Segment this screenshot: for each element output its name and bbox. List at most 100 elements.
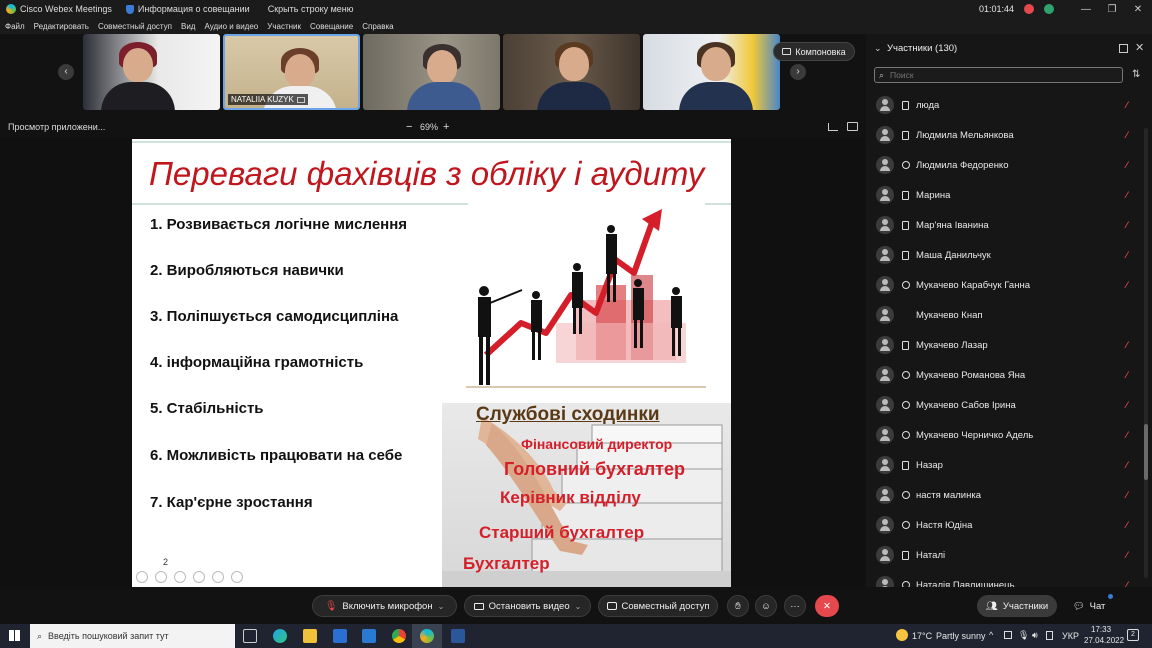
menu-help[interactable]: Справка — [362, 22, 393, 31]
slide-next-icon[interactable] — [155, 571, 167, 583]
stop-video-button[interactable]: Остановить видео ⌄ — [464, 595, 591, 617]
more-options-button[interactable]: ··· — [784, 595, 806, 617]
participant-row[interactable]: Мукачево Сабов Ірина ⁄ — [866, 390, 1152, 420]
clock-date[interactable]: 27.04.2022 — [1084, 636, 1124, 645]
slide-more-icon[interactable] — [231, 571, 243, 583]
video-tile[interactable] — [83, 34, 220, 110]
participant-row[interactable]: Мукачево Карабчук Ганна ⁄ — [866, 270, 1152, 300]
participants-toggle-button[interactable]: 👥︎ Участники — [977, 595, 1057, 617]
sort-icon[interactable]: ⇅ — [1132, 69, 1140, 80]
mic-muted-icon: ⁄ — [1126, 100, 1128, 110]
menu-audio-video[interactable]: Аудио и видео — [204, 22, 258, 31]
scrollbar-thumb[interactable] — [1144, 424, 1148, 480]
battery-icon[interactable] — [1046, 631, 1053, 640]
tray-chevron-icon[interactable]: ^ — [989, 630, 993, 640]
participant-row[interactable]: Наталі ⁄ — [866, 540, 1152, 570]
chevron-down-icon[interactable]: ⌄ — [438, 602, 445, 611]
menu-meeting[interactable]: Совещание — [310, 22, 353, 31]
volume-icon[interactable]: 🔊︎ — [1032, 630, 1038, 641]
menu-participant[interactable]: Участник — [267, 22, 301, 31]
phone-icon — [902, 550, 909, 560]
notifications-icon[interactable]: 2 — [1127, 629, 1139, 641]
taskbar-search-placeholder: Введіть пошуковий запит тут — [48, 631, 169, 641]
restore-button[interactable]: ❐ — [1104, 4, 1120, 15]
edge-icon[interactable] — [273, 629, 287, 643]
clock-time[interactable]: 17:33 — [1091, 625, 1111, 634]
annotate-icon[interactable] — [828, 123, 838, 131]
participant-row[interactable]: Марина ⁄ — [866, 180, 1152, 210]
video-tile-active[interactable]: NATALIIA KUZYK — [223, 34, 360, 110]
popout-panel-icon[interactable] — [1119, 44, 1128, 53]
weather-text[interactable]: Partly sunny — [936, 631, 986, 641]
task-view-icon[interactable] — [243, 629, 257, 643]
slide-point: 3. Поліпшується самодисципліна — [150, 308, 399, 325]
network-icon[interactable] — [1004, 631, 1012, 639]
meeting-info-button[interactable]: Информация о совещании — [125, 4, 250, 14]
file-explorer-icon[interactable] — [303, 629, 317, 643]
video-tile[interactable] — [363, 34, 500, 110]
menu-view[interactable]: Вид — [181, 22, 195, 31]
menu-share[interactable]: Совместный доступ — [98, 22, 172, 31]
chat-button[interactable]: 💬︎ Чат — [1064, 594, 1114, 617]
close-button[interactable]: ✕ — [1130, 4, 1146, 15]
menu-file[interactable]: Файл — [5, 22, 25, 31]
chrome-icon[interactable] — [392, 629, 406, 643]
participants-header: Участники (130) — [887, 43, 958, 54]
search-input[interactable] — [890, 69, 1115, 81]
unmute-button[interactable]: 🎙︎ Включить микрофон ⌄ — [312, 595, 457, 617]
career-step: Фінансовий директор — [521, 436, 673, 452]
word-icon[interactable] — [451, 629, 465, 643]
windows-start-icon[interactable] — [9, 630, 20, 641]
collapse-chevron-icon[interactable]: ⌄ — [874, 43, 882, 54]
raise-hand-button[interactable]: ✋︎ — [727, 595, 749, 617]
mic-tray-icon[interactable]: 🎙︎ — [1018, 630, 1029, 641]
zoom-level[interactable]: 69% — [420, 122, 438, 132]
participant-row[interactable]: Людмила Федоренко ⁄ — [866, 150, 1152, 180]
chat-label: Чат — [1089, 600, 1106, 612]
participant-search[interactable]: ⌕ — [874, 67, 1123, 83]
chevron-down-icon[interactable]: ⌄ — [575, 602, 582, 611]
participant-row[interactable]: Маша Данильчук ⁄ — [866, 240, 1152, 270]
participant-row[interactable]: Мукачево Лазар ⁄ — [866, 330, 1152, 360]
participant-row[interactable]: настя малинка ⁄ — [866, 480, 1152, 510]
zoom-in-button[interactable]: + — [443, 121, 449, 133]
pen-icon[interactable] — [174, 571, 186, 583]
participant-row[interactable]: Мар'яна Іванина ⁄ — [866, 210, 1152, 240]
participant-row[interactable]: Настя Юдіна ⁄ — [866, 510, 1152, 540]
menu-edit[interactable]: Редактировать — [34, 22, 89, 31]
business-growth-illustration — [466, 209, 706, 388]
share-button[interactable]: Совместный доступ — [598, 595, 718, 617]
taskbar-search[interactable]: ⌕ Введіть пошуковий запит тут — [30, 624, 235, 648]
slide-prev-icon[interactable] — [136, 571, 148, 583]
participant-row[interactable]: Мукачево Черничко Адель ⁄ — [866, 420, 1152, 450]
scrollbar-track[interactable] — [1144, 128, 1148, 578]
zoom-icon[interactable] — [212, 571, 224, 583]
minimize-button[interactable]: — — [1078, 4, 1094, 15]
end-meeting-button[interactable]: ✕ — [815, 595, 839, 617]
participants-toggle-label: Участники — [1002, 600, 1049, 612]
close-panel-icon[interactable]: ✕ — [1135, 41, 1144, 54]
hide-menu-button[interactable]: Скрыть строку меню — [268, 4, 354, 14]
popout-icon[interactable] — [847, 122, 858, 131]
video-prev-button[interactable]: ‹ — [58, 64, 74, 80]
reactions-button[interactable]: ☺ — [755, 595, 777, 617]
shared-slide: Переваги фахівців з обліку і аудиту 1. Р… — [132, 139, 731, 587]
weather-temp[interactable]: 17°C — [912, 631, 932, 641]
participant-row[interactable]: Людмила Мельянкова ⁄ — [866, 120, 1152, 150]
video-tile[interactable] — [503, 34, 640, 110]
zoom-out-button[interactable]: − — [406, 121, 412, 133]
slides-grid-icon[interactable] — [193, 571, 205, 583]
store-icon[interactable] — [333, 629, 347, 643]
participant-row[interactable]: Назар ⁄ — [866, 450, 1152, 480]
chat-icon: 💬︎ — [1072, 600, 1085, 612]
participant-row[interactable]: Мукачево Романова Яна ⁄ — [866, 360, 1152, 390]
participant-name: Мукачево Кнап — [916, 309, 983, 321]
mail-icon[interactable] — [362, 629, 376, 643]
video-next-button[interactable]: › — [790, 64, 806, 80]
webex-icon[interactable] — [420, 629, 434, 643]
participant-row[interactable]: Мукачево Кнап — [866, 300, 1152, 330]
layout-button[interactable]: Компоновка — [773, 42, 855, 61]
video-tile[interactable] — [643, 34, 780, 110]
language-indicator[interactable]: УКР — [1062, 631, 1079, 641]
participant-row[interactable]: люда ⁄ — [866, 90, 1152, 120]
